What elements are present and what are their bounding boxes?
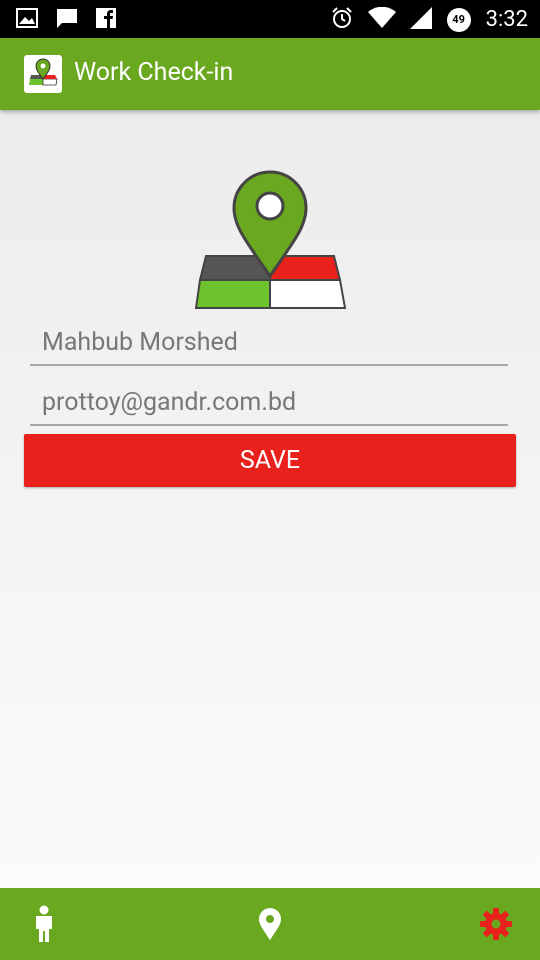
app-bar: Work Check-in <box>0 38 540 110</box>
nav-settings-button[interactable] <box>476 904 516 944</box>
status-bar: 49 3:32 <box>0 0 540 38</box>
name-input[interactable] <box>30 322 520 362</box>
save-button[interactable]: SAVE <box>24 434 516 487</box>
facebook-icon <box>96 8 116 32</box>
location-pin-icon <box>259 908 281 940</box>
map-pin-logo-icon <box>24 55 62 93</box>
person-icon <box>36 905 52 942</box>
alarm-icon <box>330 6 354 34</box>
email-input[interactable] <box>30 382 520 422</box>
bottom-nav <box>0 888 540 960</box>
name-field[interactable] <box>30 322 520 366</box>
nav-profile-button[interactable] <box>24 904 64 944</box>
battery-icon: 49 <box>446 7 472 33</box>
image-icon <box>16 8 38 32</box>
gear-icon <box>480 908 512 940</box>
battery-level: 49 <box>452 13 465 26</box>
clock: 3:32 <box>485 7 528 32</box>
app-title: Work Check-in <box>74 58 234 87</box>
message-icon <box>56 8 78 32</box>
email-field[interactable] <box>30 382 520 426</box>
main-content: SAVE <box>0 110 540 888</box>
signal-icon <box>409 7 432 33</box>
map-pin-logo-icon <box>190 168 350 317</box>
wifi-icon <box>367 6 396 33</box>
nav-checkin-button[interactable] <box>250 904 290 944</box>
